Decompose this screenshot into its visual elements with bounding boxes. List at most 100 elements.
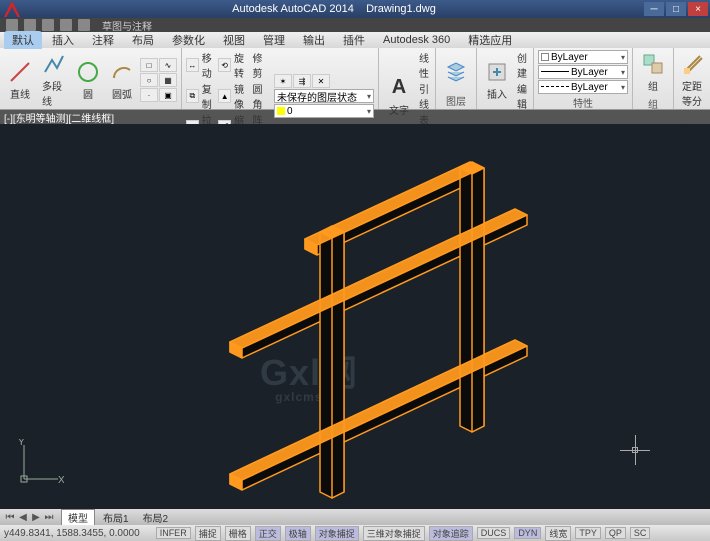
circle-icon bbox=[76, 60, 100, 84]
status-osnap[interactable]: 对象捕捉 bbox=[315, 526, 359, 541]
tab-view[interactable]: 视图 bbox=[215, 31, 253, 49]
tab-output[interactable]: 输出 bbox=[295, 31, 333, 49]
linetype-dropdown[interactable]: ByLayer▾ bbox=[538, 80, 628, 94]
rect-icon[interactable]: □ bbox=[140, 58, 158, 72]
status-ducs[interactable]: DUCS bbox=[477, 527, 511, 539]
rotate-icon[interactable]: ⟲ bbox=[218, 58, 231, 72]
tab-next-icon[interactable]: ▶ bbox=[30, 512, 42, 523]
close-button[interactable]: × bbox=[688, 2, 708, 16]
tab-layout1[interactable]: 布局1 bbox=[97, 510, 135, 525]
maximize-button[interactable]: □ bbox=[666, 2, 686, 16]
region-icon[interactable]: ▣ bbox=[159, 88, 177, 102]
viewport-label[interactable]: [-][东明等轴测][二维线框] bbox=[4, 110, 114, 125]
status-dyn[interactable]: DYN bbox=[514, 527, 541, 539]
ribbon-tabs: 默认 插入 注释 布局 参数化 视图 管理 输出 插件 Autodesk 360… bbox=[0, 32, 710, 48]
arc-icon bbox=[110, 60, 134, 84]
tab-annotate[interactable]: 注释 bbox=[84, 31, 122, 49]
panel-properties: ByLayer▾ ByLayer▾ ByLayer▾ 特性 bbox=[534, 48, 633, 109]
status-bar: y449.8341, 1588.3455, 0.0000 INFER 捕捉 栅格… bbox=[0, 525, 710, 541]
block-edit-button[interactable]: 编辑 bbox=[515, 81, 529, 111]
status-polar[interactable]: 极轴 bbox=[285, 526, 311, 541]
panel-annotation: A 文字 线性 引线 表格 注释 bbox=[379, 48, 436, 109]
point-icon[interactable]: · bbox=[140, 88, 158, 102]
tab-layout[interactable]: 布局 bbox=[124, 31, 162, 49]
tab-default[interactable]: 默认 bbox=[4, 31, 42, 49]
status-ortho[interactable]: 正交 bbox=[255, 526, 281, 541]
tab-prev-icon[interactable]: ◀ bbox=[17, 512, 29, 523]
ucs-icon: Y X bbox=[14, 439, 64, 489]
hatch-icon[interactable]: ▦ bbox=[159, 73, 177, 87]
spline-icon[interactable]: ∿ bbox=[159, 58, 177, 72]
polyline-button[interactable]: 多段线 bbox=[38, 50, 70, 110]
layer-state-dropdown[interactable]: 未保存的图层状态▾ bbox=[274, 89, 374, 103]
layout-tabs: ⏮ ◀ ▶ ⏭ 模型 布局1 布局2 bbox=[0, 509, 710, 525]
copy-icon[interactable]: ⧉ bbox=[186, 89, 199, 103]
new-icon[interactable] bbox=[6, 19, 18, 31]
status-lwt[interactable]: 线宽 bbox=[545, 526, 571, 541]
tab-manage[interactable]: 管理 bbox=[255, 31, 293, 49]
panel-block: 插入 创建 编辑 块 bbox=[477, 48, 534, 109]
title-bar: Autodesk AutoCAD 2014 Drawing1.dwg ─ □ × bbox=[0, 0, 710, 18]
polyline-icon bbox=[42, 52, 66, 76]
minimize-button[interactable]: ─ bbox=[644, 2, 664, 16]
panel-draw: 直线 多段线 圆 圆弧 □∿ ○▦ ·▣ 绘图 bbox=[0, 48, 182, 109]
layers-icon bbox=[444, 59, 468, 83]
status-sc[interactable]: SC bbox=[630, 527, 651, 539]
status-grid[interactable]: 栅格 bbox=[225, 526, 251, 541]
status-infer[interactable]: INFER bbox=[156, 527, 191, 539]
group-icon bbox=[641, 52, 665, 76]
undo-icon[interactable] bbox=[60, 19, 72, 31]
quick-access-toolbar: 草图与注释 bbox=[0, 18, 710, 32]
ribbon: 直线 多段线 圆 圆弧 □∿ ○▦ ·▣ 绘图 ↔移 bbox=[0, 48, 710, 110]
chevron-down-icon: ▾ bbox=[621, 68, 625, 77]
tab-featured[interactable]: 精选应用 bbox=[460, 31, 520, 49]
color-dropdown[interactable]: ByLayer▾ bbox=[538, 50, 628, 64]
tab-parametric[interactable]: 参数化 bbox=[164, 31, 213, 49]
layer-props-button[interactable] bbox=[440, 57, 472, 85]
measure-button[interactable]: 定距等分 bbox=[678, 50, 710, 110]
block-create-button[interactable]: 创建 bbox=[515, 50, 529, 80]
tab-layout2[interactable]: 布局2 bbox=[137, 510, 175, 525]
offset-icon[interactable]: ⇶ bbox=[293, 74, 311, 88]
panel-modify: ↔移动⟲旋转修剪 ⧉复制▲镜像圆角 ⇲拉伸⤢缩放阵列 ✶⇶✕ 未保存的图层状态▾… bbox=[182, 48, 379, 109]
text-icon: A bbox=[387, 76, 411, 100]
lineweight-dropdown[interactable]: ByLayer▾ bbox=[538, 65, 628, 79]
tab-first-icon[interactable]: ⏮ bbox=[4, 512, 16, 523]
tab-a360[interactable]: Autodesk 360 bbox=[375, 33, 458, 47]
tab-plugins[interactable]: 插件 bbox=[335, 31, 373, 49]
ellipse-icon[interactable]: ○ bbox=[140, 73, 158, 87]
drawing-canvas[interactable]: Gxl网 gxlcms.cn bbox=[0, 124, 710, 509]
status-3dosnap[interactable]: 三维对象捕捉 bbox=[363, 526, 425, 541]
tab-insert[interactable]: 插入 bbox=[44, 31, 82, 49]
linear-dim-button[interactable]: 线性 bbox=[417, 50, 431, 80]
tab-last-icon[interactable]: ⏭ bbox=[43, 512, 55, 523]
redo-icon[interactable] bbox=[78, 19, 90, 31]
tab-model[interactable]: 模型 bbox=[61, 509, 95, 525]
mirror-icon[interactable]: ▲ bbox=[218, 89, 231, 103]
open-icon[interactable] bbox=[24, 19, 36, 31]
group-button[interactable]: 组 bbox=[637, 50, 669, 95]
status-qp[interactable]: QP bbox=[605, 527, 626, 539]
erase-icon[interactable]: ✕ bbox=[312, 74, 330, 88]
circle-button[interactable]: 圆 bbox=[72, 58, 104, 103]
panel-properties-label: 特性 bbox=[538, 94, 628, 111]
layer-dropdown[interactable]: 0 ▾ bbox=[274, 104, 374, 118]
status-otrack[interactable]: 对象追踪 bbox=[429, 526, 473, 541]
status-snap[interactable]: 捕捉 bbox=[195, 526, 221, 541]
insert-block-button[interactable]: 插入 bbox=[481, 58, 513, 103]
save-icon[interactable] bbox=[42, 19, 54, 31]
explode-icon[interactable]: ✶ bbox=[274, 74, 292, 88]
status-tpy[interactable]: TPY bbox=[575, 527, 601, 539]
arc-button[interactable]: 圆弧 bbox=[106, 58, 138, 103]
ucs-x-label: X bbox=[58, 475, 64, 486]
panel-utilities: 定距等分 实用工具 bbox=[674, 48, 710, 109]
text-button[interactable]: A 文字 bbox=[383, 74, 415, 119]
leader-button[interactable]: 引线 bbox=[417, 81, 431, 111]
move-icon[interactable]: ↔ bbox=[186, 58, 199, 72]
panel-groups-label: 组 bbox=[637, 95, 669, 112]
line-button[interactable]: 直线 bbox=[4, 58, 36, 103]
trim-label[interactable]: 修剪 bbox=[251, 50, 268, 80]
fillet-label[interactable]: 圆角 bbox=[251, 81, 268, 111]
panel-groups: 组 组 bbox=[633, 48, 674, 109]
model-3d-shelf bbox=[170, 154, 570, 509]
